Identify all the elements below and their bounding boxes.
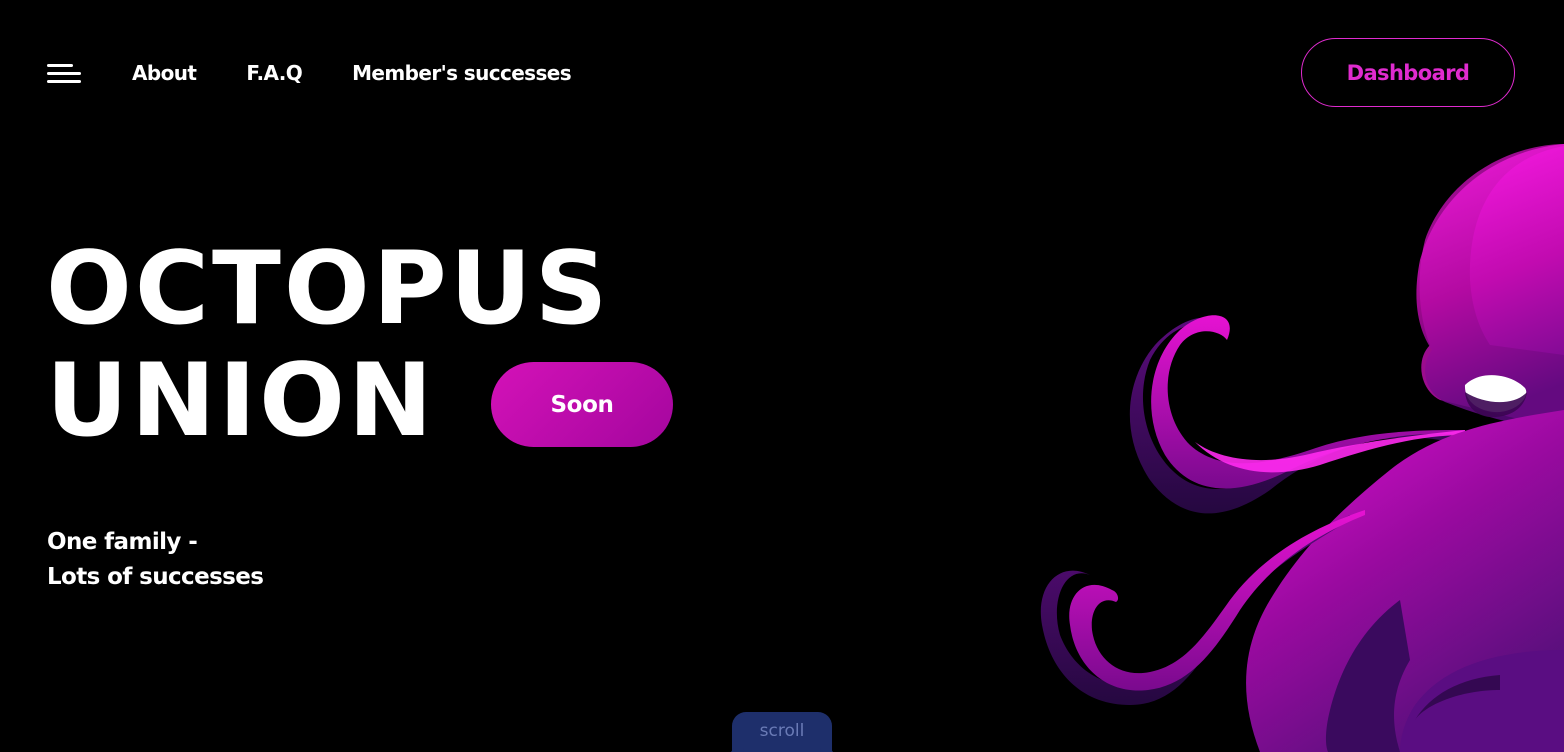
tagline-line1: One family -	[47, 529, 198, 555]
dashboard-button[interactable]: Dashboard	[1301, 38, 1515, 107]
scroll-button[interactable]: scroll	[732, 712, 832, 752]
nav-faq-link[interactable]: F.A.Q	[246, 60, 302, 86]
tagline-line2: Lots of successes	[47, 564, 264, 590]
soon-badge: Soon	[491, 362, 673, 447]
octopus-illustration	[1040, 144, 1564, 752]
hero-tagline: One family - Lots of successes	[47, 525, 264, 595]
nav-about-link[interactable]: About	[132, 60, 197, 86]
hamburger-menu-icon[interactable]	[47, 62, 83, 86]
main-nav: About F.A.Q Member's successes	[132, 60, 572, 86]
landing-page: About F.A.Q Member's successes Dashboard…	[0, 0, 1564, 752]
hero-title-line1: OCTOPUS	[46, 229, 611, 347]
nav-members-successes-link[interactable]: Member's successes	[352, 60, 572, 86]
